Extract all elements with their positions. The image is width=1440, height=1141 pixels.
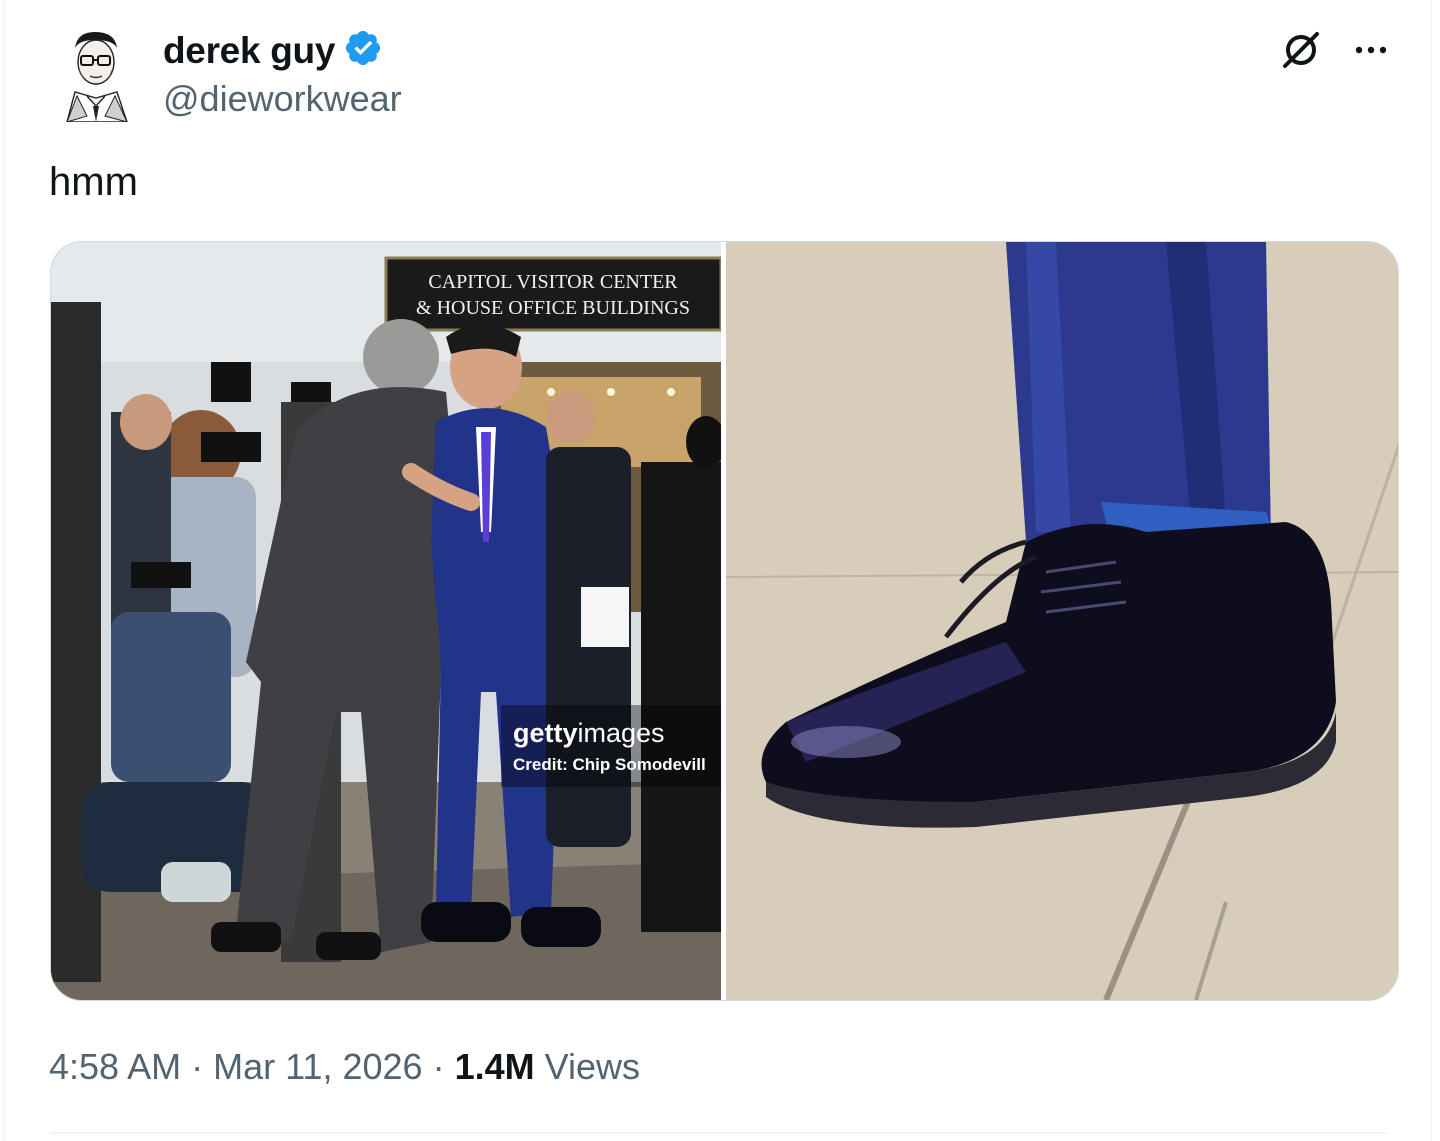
author-name-row[interactable]: derek guy (163, 28, 383, 73)
sign-line-2: & HOUSE OFFICE BUILDINGS (416, 297, 690, 319)
more-options-icon[interactable] (1351, 30, 1391, 75)
views-group[interactable]: 1.4M Views (455, 1046, 640, 1088)
meta-separator: · (432, 1046, 445, 1087)
avatar-illustration (57, 26, 133, 123)
author-handle[interactable]: @dieworkwear (163, 78, 402, 120)
tweet-time[interactable]: 4:58 AM (49, 1046, 181, 1088)
tweet-text: hmm (49, 160, 138, 204)
grok-icon[interactable] (1277, 26, 1325, 79)
author-display-name[interactable]: derek guy (163, 30, 335, 72)
tweet-meta: 4:58 AM · Mar 11, 2026 · 1.4M Views (49, 1046, 640, 1088)
tweet-card: derek guy @dieworkwear hmm CAPITOL VISIT… (4, 0, 1432, 1141)
media-photo-left[interactable]: CAPITOL VISITOR CENTER & HOUSE OFFICE BU… (51, 242, 721, 1000)
getty-watermark-brand: gettyimages (513, 718, 665, 748)
verified-badge-icon (343, 28, 383, 73)
getty-watermark-credit: Credit: Chip Somodevill (513, 755, 706, 774)
sign-line-1: CAPITOL VISITOR CENTER (428, 271, 678, 293)
divider (49, 1132, 1387, 1134)
media-photo-right[interactable] (726, 242, 1398, 1000)
meta-separator: · (191, 1046, 204, 1087)
tweet-date[interactable]: Mar 11, 2026 (213, 1046, 422, 1088)
avatar[interactable] (57, 26, 133, 123)
tweet-media-grid: CAPITOL VISITOR CENTER & HOUSE OFFICE BU… (50, 241, 1399, 1001)
views-count: 1.4M (454, 1046, 535, 1087)
views-label: Views (544, 1046, 641, 1087)
tweet-header-actions (1277, 26, 1391, 79)
